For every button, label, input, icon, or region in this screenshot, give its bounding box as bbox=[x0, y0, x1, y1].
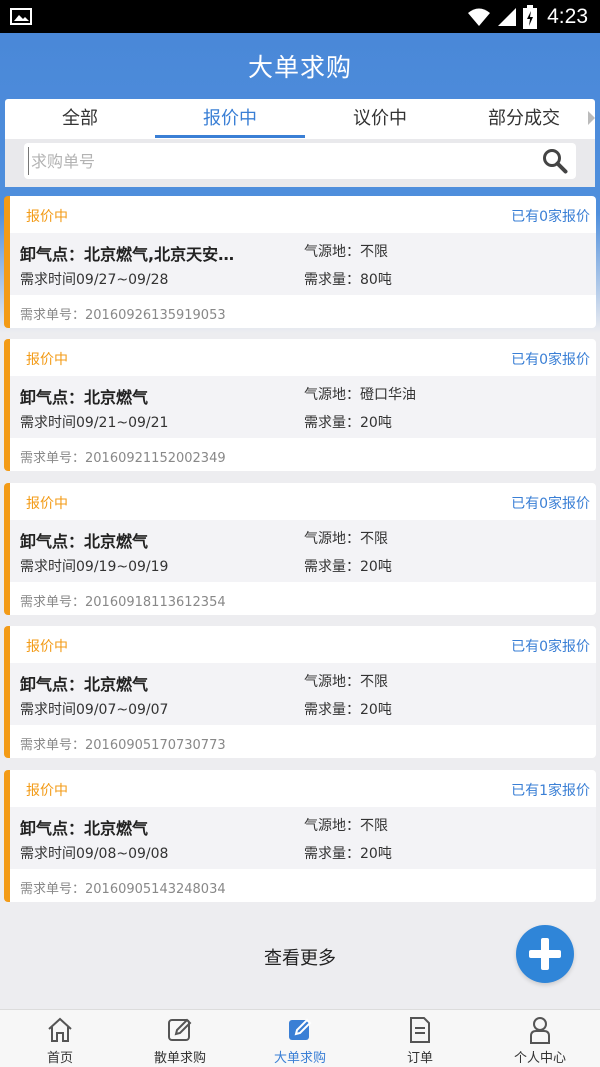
card-quote-count: 已有0家报价 bbox=[511, 496, 590, 512]
tab-partial-deal[interactable]: 部分成交 bbox=[455, 99, 600, 139]
page-title: 大单求购 bbox=[247, 53, 352, 82]
card-order-number: 需求单号：20160918113612354 bbox=[20, 595, 226, 610]
card-gas-source: 气源地：不限 bbox=[304, 244, 388, 260]
card-body: 卸气点：北京燃气 气源地：不限 需求时间09/08~09/08 需求量：20吨 bbox=[10, 807, 596, 869]
nav-orders-label: 订单 bbox=[406, 1051, 433, 1066]
nav-home-label: 首页 bbox=[46, 1051, 73, 1066]
status-time: 4:23 bbox=[547, 5, 588, 28]
card-unload-point: 卸气点：北京燃气,北京天安… bbox=[20, 245, 235, 264]
card-order-number: 需求单号：20160905143248034 bbox=[20, 882, 226, 897]
card-demand-time: 需求时间09/08~09/08 bbox=[20, 846, 169, 862]
search-box bbox=[24, 143, 576, 179]
card-demand-qty: 需求量：20吨 bbox=[304, 415, 392, 431]
card-gas-source: 气源地：不限 bbox=[304, 674, 388, 690]
card-body: 卸气点：北京燃气 气源地：磴口华油 需求时间09/21~09/21 需求量：20… bbox=[10, 376, 596, 438]
home-icon bbox=[48, 1017, 72, 1042]
card-order-number: 需求单号：20160921152002349 bbox=[20, 451, 226, 466]
view-more-button[interactable]: 查看更多 bbox=[0, 944, 600, 970]
nav-large-order[interactable]: 大单求购 bbox=[240, 1010, 360, 1067]
tab-quoting[interactable]: 报价中 bbox=[155, 99, 305, 139]
card-status: 报价中 bbox=[26, 496, 68, 512]
card-quote-count: 已有1家报价 bbox=[511, 783, 590, 799]
card-demand-qty: 需求量：20吨 bbox=[304, 846, 392, 862]
purchase-card[interactable]: 报价中 已有0家报价 卸气点：北京燃气 气源地：不限 需求时间09/19~09/… bbox=[4, 483, 596, 615]
card-quote-count: 已有0家报价 bbox=[511, 639, 590, 655]
card-status: 报价中 bbox=[26, 209, 68, 225]
card-body: 卸气点：北京燃气 气源地：不限 需求时间09/19~09/19 需求量：20吨 bbox=[10, 520, 596, 582]
search-input[interactable] bbox=[28, 147, 528, 175]
card-quote-count: 已有0家报价 bbox=[511, 352, 590, 368]
tab-negotiating[interactable]: 议价中 bbox=[305, 99, 455, 139]
nav-bulk-purchase-label: 散单求购 bbox=[153, 1051, 206, 1066]
nav-orders[interactable]: 订单 bbox=[360, 1010, 480, 1067]
edit-icon bbox=[289, 1018, 312, 1040]
gallery-icon bbox=[10, 8, 32, 25]
card-unload-point: 卸气点：北京燃气 bbox=[20, 675, 149, 694]
nav-profile-label: 个人中心 bbox=[513, 1051, 566, 1066]
tab-bar: 全部 报价中 议价中 部分成交 bbox=[5, 99, 595, 139]
card-order-number: 需求单号：20160905170730773 bbox=[20, 738, 226, 753]
card-status: 报价中 bbox=[26, 639, 68, 655]
plus-icon bbox=[541, 938, 549, 970]
card-body: 卸气点：北京燃气 气源地：不限 需求时间09/07~09/07 需求量：20吨 bbox=[10, 663, 596, 725]
purchase-card[interactable]: 报价中 已有0家报价 卸气点：北京燃气 气源地：不限 需求时间09/07~09/… bbox=[4, 626, 596, 758]
card-quote-count: 已有0家报价 bbox=[511, 209, 590, 225]
card-status: 报价中 bbox=[26, 352, 68, 368]
card-demand-qty: 需求量：20吨 bbox=[304, 559, 392, 575]
nav-profile[interactable]: 个人中心 bbox=[480, 1010, 600, 1067]
purchase-card[interactable]: 报价中 已有0家报价 卸气点：北京燃气 气源地：磴口华油 需求时间09/21~0… bbox=[4, 339, 596, 471]
card-demand-time: 需求时间09/21~09/21 bbox=[20, 415, 169, 431]
status-bar: 4:23 bbox=[0, 0, 600, 33]
active-tab-indicator bbox=[155, 135, 305, 138]
tab-scroll-right-icon[interactable] bbox=[588, 111, 595, 125]
nav-bulk-purchase[interactable]: 散单求购 bbox=[120, 1010, 240, 1067]
tab-all[interactable]: 全部 bbox=[5, 99, 155, 139]
card-order-number: 需求单号：20160926135919053 bbox=[20, 308, 226, 323]
card-demand-qty: 需求量：80吨 bbox=[304, 272, 392, 288]
card-unload-point: 卸气点：北京燃气 bbox=[20, 532, 149, 551]
card-unload-point: 卸气点：北京燃气 bbox=[20, 819, 149, 838]
card-body: 卸气点：北京燃气,北京天安… 气源地：不限 需求时间09/27~09/28 需求… bbox=[10, 233, 596, 295]
wifi-icon bbox=[468, 8, 491, 26]
card-gas-source: 气源地：不限 bbox=[304, 818, 388, 834]
card-demand-qty: 需求量：20吨 bbox=[304, 702, 392, 718]
signal-icon bbox=[498, 8, 517, 26]
card-demand-time: 需求时间09/19~09/19 bbox=[20, 559, 169, 575]
card-status: 报价中 bbox=[26, 783, 68, 799]
search-bar bbox=[5, 139, 595, 187]
nav-home[interactable]: 首页 bbox=[0, 1010, 120, 1067]
document-icon bbox=[410, 1017, 430, 1043]
edit-icon bbox=[168, 1018, 192, 1041]
filter-panel: 全部 报价中 议价中 部分成交 bbox=[5, 99, 595, 187]
battery-icon bbox=[523, 5, 538, 29]
card-gas-source: 气源地：不限 bbox=[304, 531, 388, 547]
card-demand-time: 需求时间09/27~09/28 bbox=[20, 272, 169, 288]
card-demand-time: 需求时间09/07~09/07 bbox=[20, 702, 169, 718]
card-unload-point: 卸气点：北京燃气 bbox=[20, 388, 149, 407]
purchase-card[interactable]: 报价中 已有1家报价 卸气点：北京燃气 气源地：不限 需求时间09/08~09/… bbox=[4, 770, 596, 902]
card-gas-source: 气源地：磴口华油 bbox=[304, 387, 416, 403]
search-icon[interactable] bbox=[542, 148, 568, 174]
purchase-card[interactable]: 报价中 已有0家报价 卸气点：北京燃气,北京天安… 气源地：不限 需求时间09/… bbox=[4, 196, 596, 328]
add-button[interactable] bbox=[516, 925, 574, 983]
person-icon bbox=[530, 1017, 550, 1044]
nav-large-order-label: 大单求购 bbox=[273, 1051, 326, 1066]
bottom-nav: 首页 散单求购 大单求购 订单 个人中心 bbox=[0, 1009, 600, 1067]
